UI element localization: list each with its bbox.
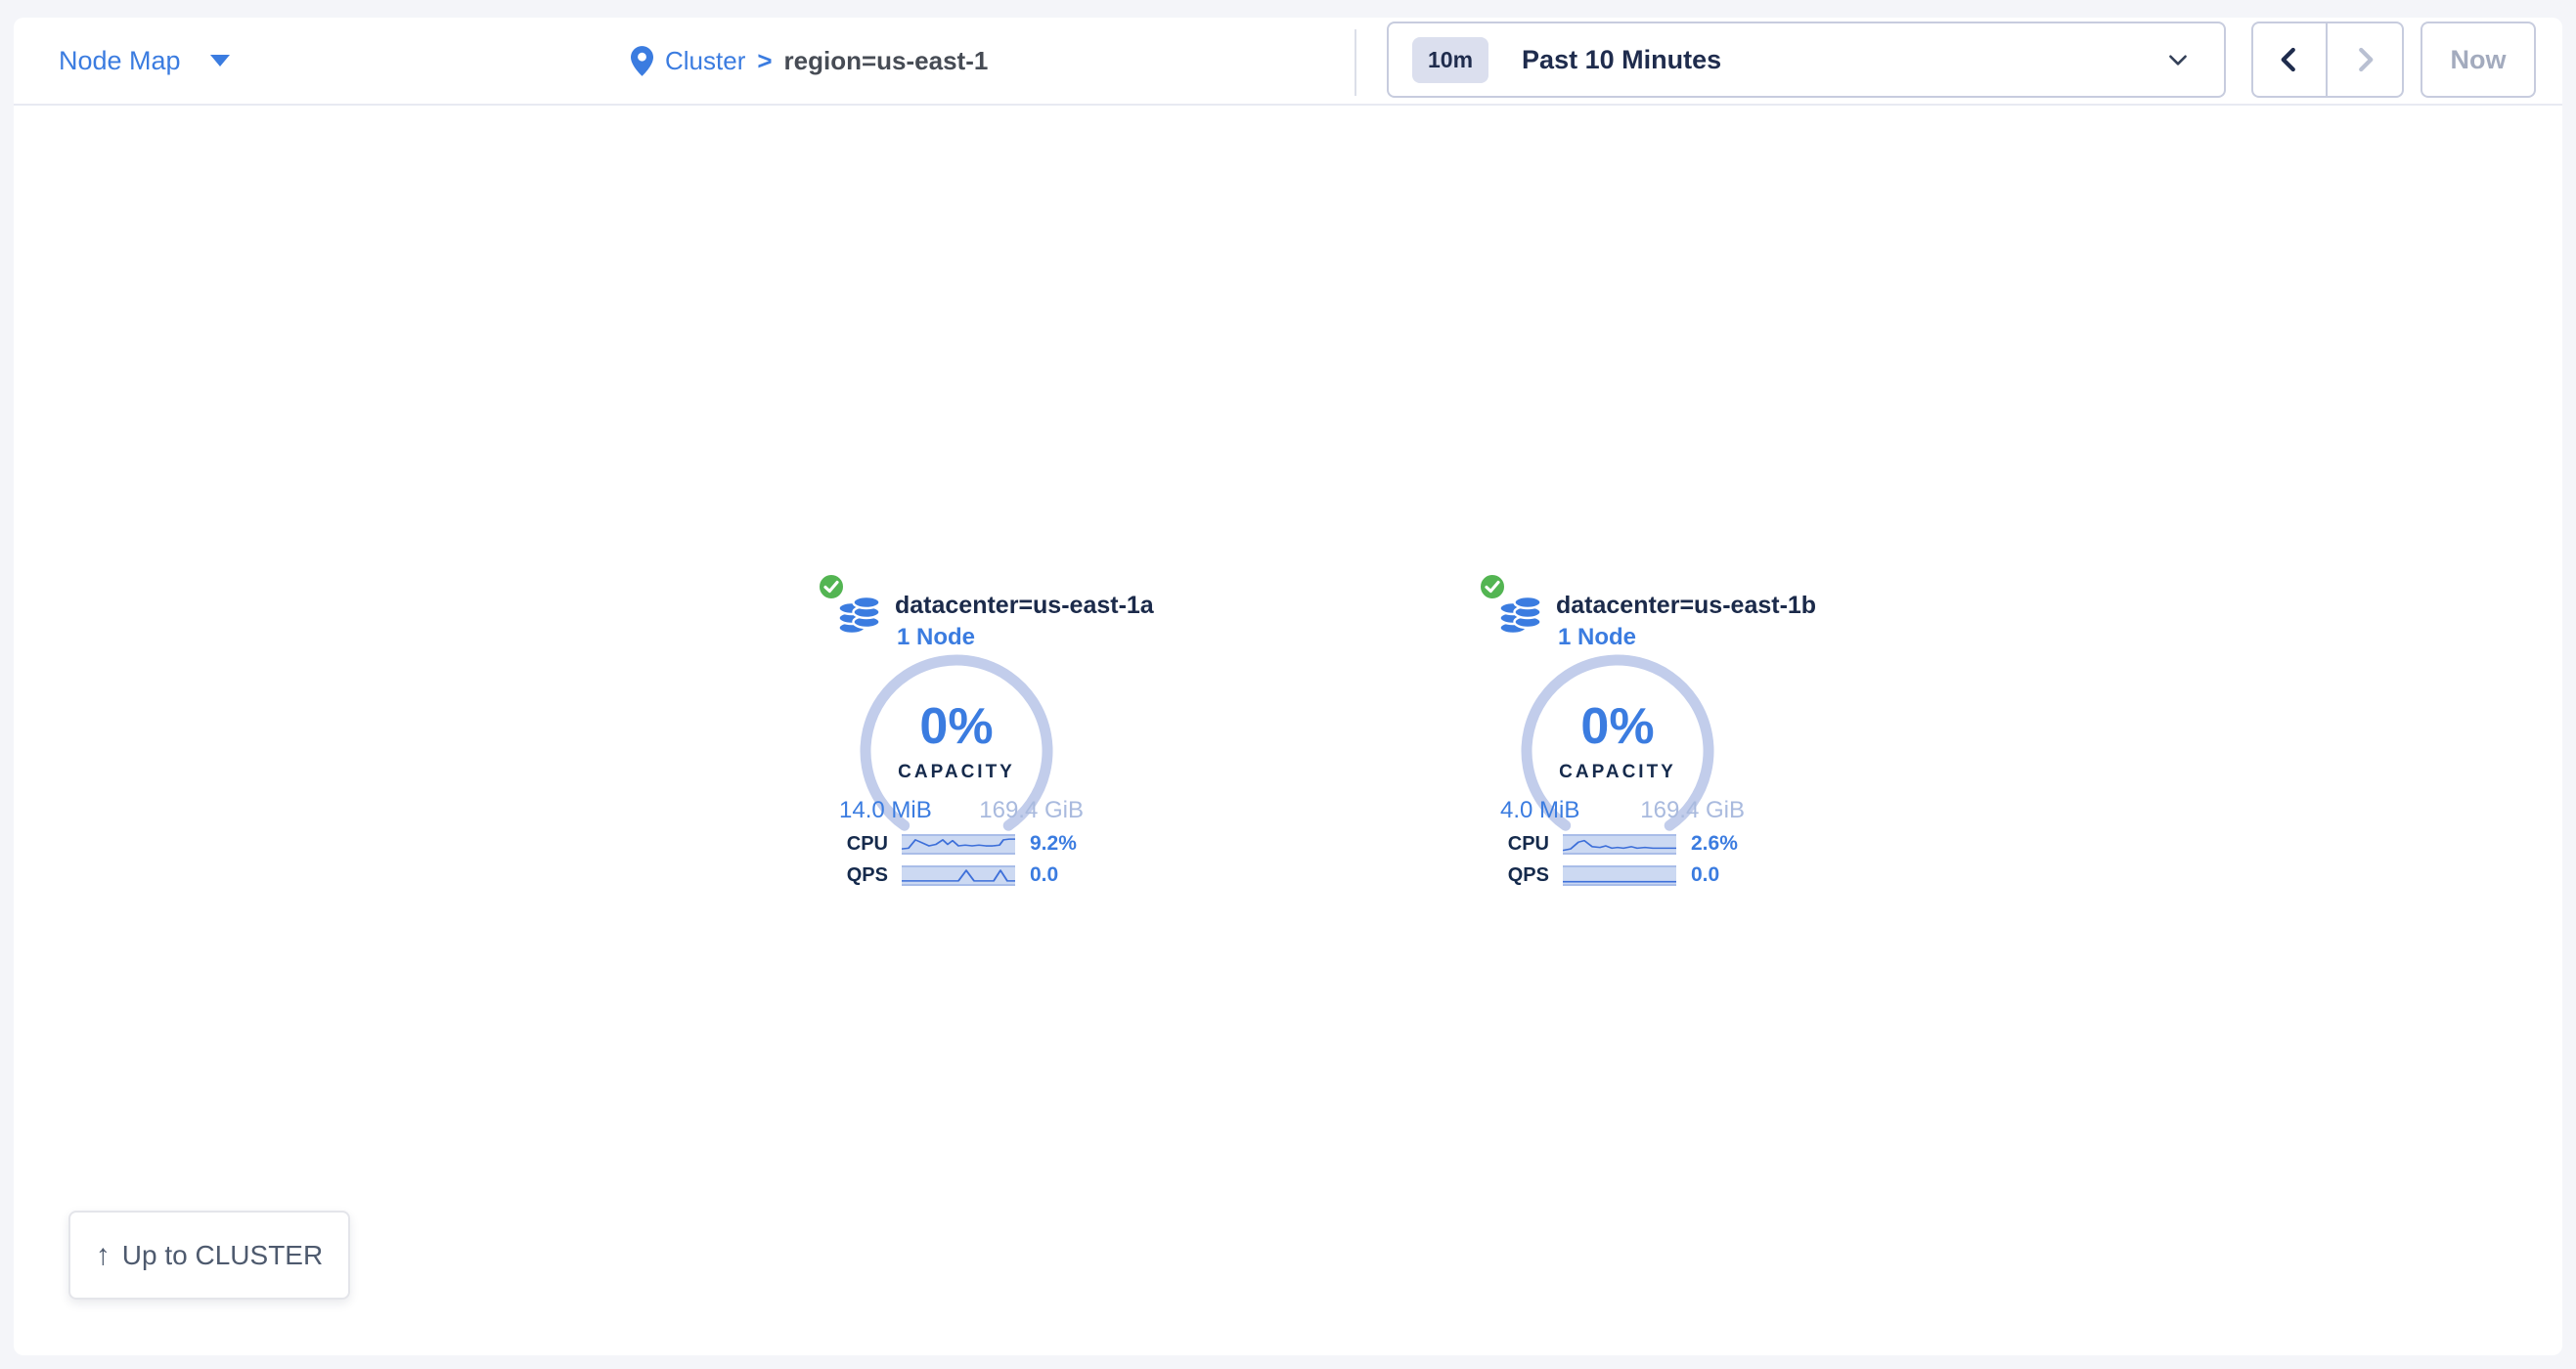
time-pager bbox=[2251, 22, 2404, 98]
capacity-total: 169.4 GiB bbox=[979, 797, 1084, 824]
capacity-percent: 0% bbox=[1510, 697, 1725, 756]
chevron-left-icon bbox=[2275, 43, 2304, 76]
qps-metric-row: QPS 0.0 bbox=[1496, 863, 1719, 887]
capacity-range: 4.0 MiB 169.4 GiB bbox=[1500, 797, 1745, 824]
datacenter-title: datacenter=us-east-1a bbox=[895, 592, 1154, 620]
cpu-sparkline bbox=[1563, 834, 1676, 855]
next-time-button[interactable] bbox=[2328, 23, 2402, 96]
capacity-range: 14.0 MiB 169.4 GiB bbox=[839, 797, 1084, 824]
capacity-used: 4.0 MiB bbox=[1500, 797, 1579, 824]
cpu-metric-row: CPU 2.6% bbox=[1496, 832, 1738, 856]
qps-label: QPS bbox=[1496, 864, 1549, 887]
breadcrumb-current: region=us-east-1 bbox=[784, 46, 989, 76]
capacity-total: 169.4 GiB bbox=[1640, 797, 1745, 824]
now-button[interactable]: Now bbox=[2421, 22, 2536, 98]
arrow-up-icon: ↑ bbox=[96, 1239, 111, 1272]
up-to-cluster-label: Up to CLUSTER bbox=[122, 1240, 323, 1271]
capacity-used: 14.0 MiB bbox=[839, 797, 932, 824]
check-circle-icon bbox=[818, 573, 845, 600]
qps-sparkline bbox=[1563, 865, 1676, 886]
cpu-metric-row: CPU 9.2% bbox=[835, 832, 1077, 856]
time-window-label: Past 10 Minutes bbox=[1522, 45, 1721, 75]
view-selector-dropdown[interactable]: Node Map bbox=[59, 18, 230, 104]
datacenter-card[interactable]: datacenter=us-east-1a 1 Node 0% CAPACITY… bbox=[816, 570, 1158, 907]
qps-sparkline bbox=[902, 865, 1015, 886]
qps-label: QPS bbox=[835, 864, 888, 887]
breadcrumb-cluster-link[interactable]: Cluster bbox=[665, 46, 745, 76]
prev-time-button[interactable] bbox=[2253, 23, 2328, 96]
chevron-down-icon bbox=[2165, 47, 2191, 72]
breadcrumb: Cluster > region=us-east-1 bbox=[631, 18, 988, 104]
qps-value: 0.0 bbox=[1691, 863, 1719, 887]
cpu-label: CPU bbox=[835, 833, 888, 856]
up-to-cluster-button[interactable]: ↑ Up to CLUSTER bbox=[68, 1211, 350, 1300]
capacity-label: CAPACITY bbox=[849, 762, 1064, 783]
capacity-label: CAPACITY bbox=[1510, 762, 1725, 783]
datacenter-title: datacenter=us-east-1b bbox=[1556, 592, 1816, 620]
chevron-right-icon bbox=[2350, 43, 2379, 76]
map-pin-icon bbox=[631, 46, 653, 76]
cpu-value: 9.2% bbox=[1030, 832, 1077, 856]
qps-metric-row: QPS 0.0 bbox=[835, 863, 1058, 887]
time-window-dropdown[interactable]: 10m Past 10 Minutes bbox=[1387, 22, 2226, 98]
view-selector-label: Node Map bbox=[59, 46, 181, 76]
node-map-panel: Node Map Cluster > region=us-east-1 10m … bbox=[14, 18, 2562, 1355]
breadcrumb-separator: > bbox=[757, 46, 772, 76]
qps-value: 0.0 bbox=[1030, 863, 1058, 887]
cpu-label: CPU bbox=[1496, 833, 1549, 856]
time-window-badge: 10m bbox=[1412, 37, 1488, 83]
capacity-percent: 0% bbox=[849, 697, 1064, 756]
datacenter-card[interactable]: datacenter=us-east-1b 1 Node 0% CAPACITY… bbox=[1477, 570, 1819, 907]
cpu-sparkline bbox=[902, 834, 1015, 855]
header-bar: Node Map Cluster > region=us-east-1 10m … bbox=[14, 18, 2562, 106]
check-circle-icon bbox=[1479, 573, 1506, 600]
caret-down-icon bbox=[210, 55, 230, 66]
cpu-value: 2.6% bbox=[1691, 832, 1738, 856]
header-divider bbox=[1355, 29, 1356, 96]
